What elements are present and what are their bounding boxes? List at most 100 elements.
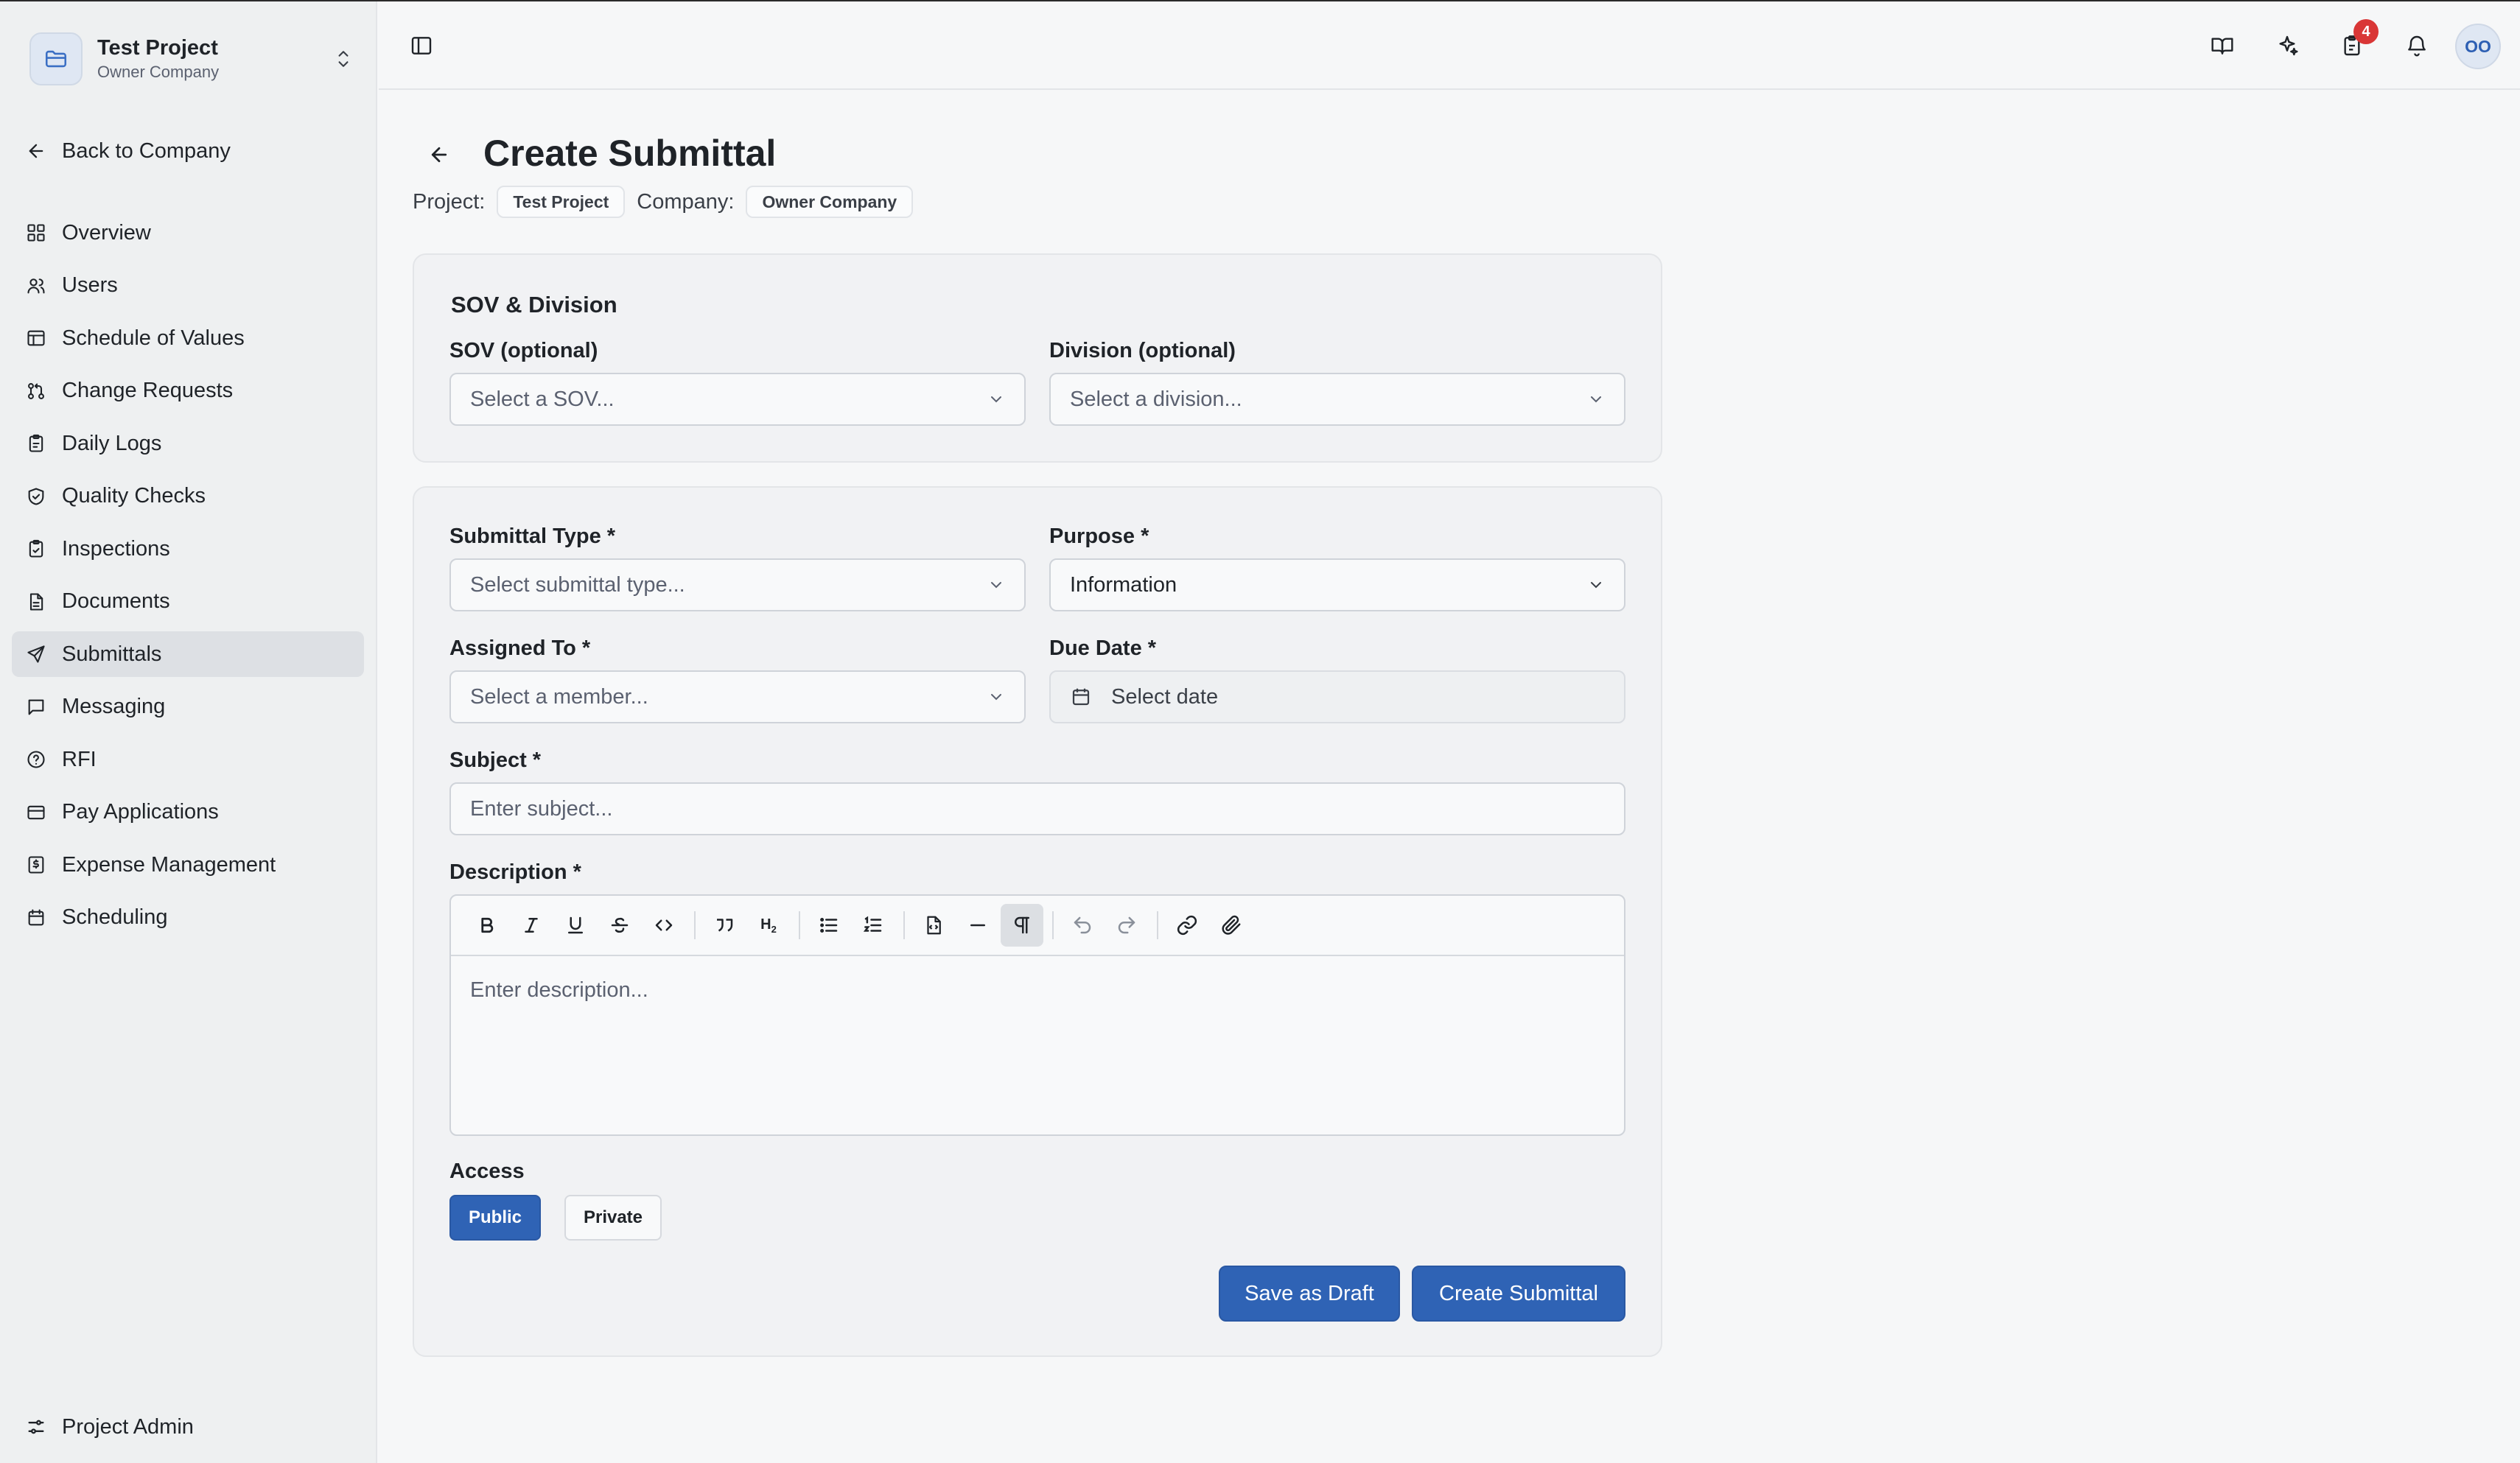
receipt-icon — [25, 854, 47, 876]
description-editor[interactable]: H2 Enter description... — [449, 894, 1625, 1136]
project-admin-link[interactable]: Project Admin — [12, 1404, 364, 1450]
strikethrough-button[interactable] — [598, 904, 641, 947]
notification-count-badge: 4 — [2353, 19, 2379, 44]
bold-icon — [481, 917, 494, 933]
sidebar-item-overview[interactable]: Overview — [12, 210, 364, 256]
access-public-button[interactable]: Public — [449, 1195, 541, 1241]
back-button[interactable] — [420, 136, 458, 174]
tasks-button[interactable]: 4 — [2331, 19, 2379, 66]
code-block-button[interactable] — [912, 904, 955, 947]
sidebar-item-label: Scheduling — [62, 905, 168, 929]
submittal-type-label: Submittal Type * — [449, 524, 616, 548]
sidebar-item-daily-logs[interactable]: Daily Logs — [12, 421, 364, 466]
sidebar-item-messaging[interactable]: Messaging — [12, 684, 364, 730]
access-private-button[interactable]: Private — [564, 1195, 662, 1241]
attachment-button[interactable] — [1210, 904, 1253, 947]
strikethrough-icon — [611, 917, 629, 933]
send-icon — [25, 643, 47, 665]
bullet-list-button[interactable] — [808, 904, 850, 947]
sidebar-item-label: Daily Logs — [62, 431, 162, 455]
user-avatar[interactable]: OO — [2455, 24, 2501, 69]
file-code-icon — [927, 916, 941, 935]
ordered-list-button[interactable] — [852, 904, 895, 947]
division-select[interactable]: Select a division... — [1049, 373, 1625, 426]
sidebar-item-expense-management[interactable]: Expense Management — [12, 842, 364, 888]
ai-assistant-button[interactable] — [2267, 25, 2308, 66]
submittal-form-card: Submittal Type * Select submittal type..… — [413, 486, 1662, 1357]
quote-button[interactable] — [703, 904, 746, 947]
sidebar-item-inspections[interactable]: Inspections — [12, 526, 364, 572]
sidebar-item-scheduling[interactable]: Scheduling — [12, 895, 364, 941]
sidebar-item-pay-applications[interactable]: Pay Applications — [12, 790, 364, 835]
notifications-button[interactable] — [2396, 25, 2437, 66]
paragraph-button[interactable] — [1001, 904, 1043, 947]
sidebar-item-users[interactable]: Users — [12, 263, 364, 309]
clipboard-check-icon — [25, 538, 47, 560]
undo-icon — [1074, 916, 1091, 934]
sidebar-item-label: RFI — [62, 747, 97, 771]
sidebar-item-label: Pay Applications — [62, 800, 219, 824]
underline-icon — [568, 916, 583, 934]
project-chip: Test Project — [497, 186, 626, 218]
sidebar-item-label: Expense Management — [62, 852, 276, 877]
sparkles-icon — [2279, 35, 2298, 56]
sidebar-item-change-requests[interactable]: Change Requests — [12, 368, 364, 414]
arrow-left-icon — [431, 147, 447, 163]
underline-button[interactable] — [554, 904, 597, 947]
redo-button[interactable] — [1105, 904, 1148, 947]
project-company: Owner Company — [97, 63, 220, 81]
sidebar-toggle-button[interactable] — [401, 25, 442, 66]
back-to-company-link[interactable]: Back to Company — [12, 128, 364, 174]
paperclip-icon — [1222, 915, 1241, 935]
sov-division-card: SOV & Division SOV (optional) Select a S… — [413, 253, 1662, 463]
project-name: Test Project — [97, 36, 218, 60]
chevron-down-icon — [1591, 582, 1601, 589]
submittal-type-placeholder: Select submittal type... — [470, 572, 685, 597]
arrow-left-icon — [25, 140, 47, 162]
git-pull-icon — [25, 380, 47, 402]
project-label: Project: — [413, 189, 486, 214]
subject-placeholder: Enter subject... — [470, 796, 613, 821]
link-button[interactable] — [1166, 904, 1208, 947]
back-to-company-label: Back to Company — [62, 138, 231, 163]
help-circle-icon — [25, 748, 47, 771]
calendar-icon — [25, 907, 47, 929]
table-icon — [25, 327, 47, 349]
purpose-select[interactable]: Information — [1049, 558, 1625, 611]
save-draft-button[interactable]: Save as Draft — [1219, 1266, 1400, 1322]
sov-select[interactable]: Select a SOV... — [449, 373, 1026, 426]
sidebar-item-submittals[interactable]: Submittals — [12, 631, 364, 677]
chevrons-up-down-icon — [333, 44, 354, 74]
bold-button[interactable] — [466, 904, 508, 947]
horizontal-rule-button[interactable] — [956, 904, 999, 947]
code-icon — [655, 919, 673, 931]
pilcrow-icon — [1015, 916, 1029, 934]
italic-button[interactable] — [510, 904, 553, 947]
project-switcher[interactable]: Test Project Owner Company — [29, 31, 354, 87]
assigned-to-label: Assigned To * — [449, 636, 591, 660]
create-submittal-button[interactable]: Create Submittal — [1412, 1266, 1625, 1322]
submittal-type-select[interactable]: Select submittal type... — [449, 558, 1026, 611]
description-placeholder: Enter description... — [470, 978, 648, 1002]
subject-label: Subject * — [449, 748, 542, 772]
sov-placeholder: Select a SOV... — [470, 387, 615, 411]
due-date-picker[interactable]: Select date — [1049, 670, 1625, 723]
heading-button[interactable]: H2 — [747, 904, 790, 947]
sidebar-item-documents[interactable]: Documents — [12, 579, 364, 625]
heading-icon: H2 — [760, 916, 777, 935]
sidebar: Test Project Owner Company Back to Compa… — [0, 1, 377, 1463]
sidebar-item-quality-checks[interactable]: Quality Checks — [12, 474, 364, 519]
docs-button[interactable] — [2202, 25, 2243, 66]
chevron-down-icon — [991, 396, 1001, 403]
sidebar-item-rfi[interactable]: RFI — [12, 737, 364, 782]
sidebar-item-label: Messaging — [62, 695, 166, 718]
users-icon — [25, 275, 47, 297]
code-button[interactable] — [643, 904, 685, 947]
panel-left-icon — [411, 37, 432, 55]
subject-input[interactable]: Enter subject... — [449, 782, 1625, 835]
due-date-placeholder: Select date — [1111, 684, 1219, 709]
book-open-icon — [2211, 38, 2233, 55]
sidebar-item-schedule-of-values[interactable]: Schedule of Values — [12, 315, 364, 361]
assigned-to-select[interactable]: Select a member... — [449, 670, 1026, 723]
undo-button[interactable] — [1061, 904, 1104, 947]
